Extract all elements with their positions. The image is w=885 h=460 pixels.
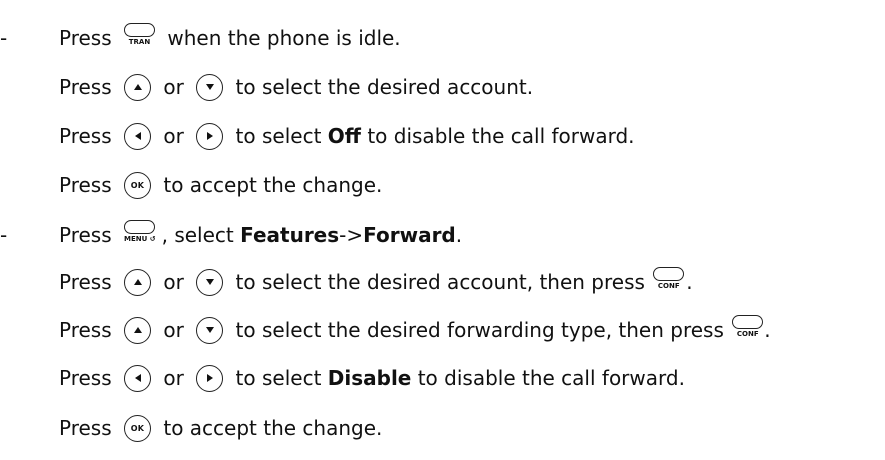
up-arrow-icon [124, 268, 151, 296]
or-text: or [157, 124, 191, 148]
softkey-pill [124, 219, 156, 234]
menu-path-forward: Forward [363, 223, 456, 247]
step-content: Press OK to accept the change. [59, 171, 383, 199]
softkey-caption: CONF [736, 329, 759, 338]
instruction-text: to accept the change. [157, 173, 383, 197]
press-text: Press [59, 366, 118, 390]
menu-key-label: MENU [124, 234, 148, 243]
instruction-text: when the phone is idle. [161, 26, 401, 50]
option-name: Disable [327, 366, 412, 390]
left-arrow-icon [124, 364, 151, 392]
up-arrow-icon [124, 73, 151, 101]
press-text: Press [59, 270, 118, 294]
or-text: or [157, 366, 191, 390]
step-content: Press or to select the desired account. [59, 73, 534, 101]
softkey-pill [124, 22, 155, 37]
ok-key-label: OK [130, 423, 145, 433]
softkey-pill [653, 266, 685, 281]
instruction-text: . [686, 270, 693, 294]
press-text: Press [59, 173, 118, 197]
press-text: Press [59, 26, 118, 50]
or-text: or [157, 75, 191, 99]
instruction-text: . [764, 318, 771, 342]
instruction-text: to disable the call forward. [411, 366, 685, 390]
bullet-dash: - [0, 26, 8, 50]
instruction-text: to select the desired account, then pres… [229, 270, 652, 294]
bullet-dash: - [0, 223, 8, 247]
up-arrow-icon [124, 316, 151, 344]
or-text: or [157, 270, 191, 294]
back-arrow-icon: ↺ [149, 234, 156, 243]
softkey-caption: MENU ↺ [124, 235, 156, 243]
step-content: Press OK to accept the change. [59, 414, 383, 442]
tran-key-icon: TRAN [124, 22, 155, 46]
instruction-text: to select [229, 124, 328, 148]
instruction-text: . [455, 223, 463, 247]
down-arrow-icon [196, 268, 224, 296]
or-text: or [157, 318, 191, 342]
instruction-text: to select the desired account. [229, 75, 534, 99]
conf-key-icon: CONF [653, 266, 685, 290]
ok-key-icon: OK [124, 414, 151, 442]
press-text: Press [59, 223, 118, 247]
step-content: Press TRAN when the phone is idle. [59, 22, 401, 50]
menu-path-separator: -> [339, 223, 364, 247]
left-arrow-icon [124, 122, 151, 150]
ok-key-label: OK [130, 180, 145, 190]
menu-path-features: Features [240, 223, 340, 247]
step-content: Press or to select the desired account, … [59, 266, 693, 296]
softkey-caption: CONF [657, 281, 680, 290]
press-text: Press [59, 124, 118, 148]
press-text: Press [59, 416, 118, 440]
instruction-text: to accept the change. [157, 416, 383, 440]
step-content: Press or to select Off to disable the ca… [59, 122, 635, 150]
softkey-caption: TRAN [128, 37, 151, 46]
down-arrow-icon [196, 316, 224, 344]
softkey-pill [732, 314, 764, 329]
right-arrow-icon [196, 122, 224, 150]
menu-key-icon: MENU ↺ [124, 219, 156, 243]
instruction-text: , select [161, 223, 241, 247]
instruction-text: to select the desired forwarding type, t… [229, 318, 731, 342]
ok-key-icon: OK [124, 171, 151, 199]
press-text: Press [59, 75, 118, 99]
step-content: Press or to select Disable to disable th… [59, 364, 685, 392]
option-name: Off [327, 124, 361, 148]
step-content: Press MENU ↺ , select Features -> Forwar… [59, 219, 463, 247]
step-content: Press or to select the desired forwardin… [59, 314, 771, 344]
conf-key-icon: CONF [732, 314, 764, 338]
instruction-text: to disable the call forward. [360, 124, 635, 148]
right-arrow-icon [196, 364, 224, 392]
press-text: Press [59, 318, 118, 342]
down-arrow-icon [196, 73, 224, 101]
instruction-text: to select [229, 366, 328, 390]
